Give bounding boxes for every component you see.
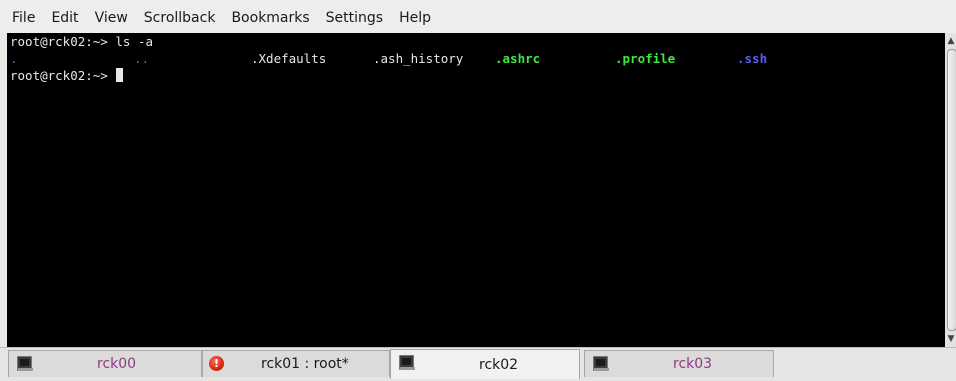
tab-label-rck02: rck02 bbox=[479, 357, 519, 373]
ls-entry-dotdot: .. bbox=[134, 51, 150, 66]
menu-help[interactable]: Help bbox=[391, 0, 439, 33]
ls-entry-ashrc: .ashrc bbox=[495, 51, 541, 66]
scroll-up-arrow-icon[interactable]: ▲ bbox=[946, 35, 956, 47]
tab-rck00[interactable]: rck00 bbox=[8, 350, 202, 377]
terminal-output[interactable]: root@rck02:~> ls -a . .. .Xdefaults .ash… bbox=[7, 33, 945, 347]
ls-entry-ssh: .ssh bbox=[737, 51, 768, 66]
prompt-text: root@rck02:~> bbox=[10, 68, 116, 83]
menu-bookmarks[interactable]: Bookmarks bbox=[223, 0, 317, 33]
menu-bar: File Edit View Scrollback Bookmarks Sett… bbox=[0, 0, 956, 33]
terminal-line-prompt: root@rck02:~> bbox=[7, 67, 945, 84]
terminal-icon bbox=[593, 356, 609, 371]
ls-entry-ash-history: .ash_history bbox=[373, 51, 464, 66]
tab-label-rck00: rck00 bbox=[97, 356, 137, 372]
terminal-line-command: root@rck02:~> ls -a bbox=[10, 34, 153, 49]
menu-file[interactable]: File bbox=[0, 0, 43, 33]
scrollbar-thumb[interactable] bbox=[947, 49, 956, 331]
ls-entry-xdefaults: .Xdefaults bbox=[251, 51, 327, 66]
ls-entry-dot: . bbox=[10, 51, 18, 66]
terminal-icon bbox=[17, 356, 33, 371]
terminal-icon bbox=[399, 355, 415, 370]
tab-label-rck01: rck01 : root* bbox=[261, 356, 349, 372]
tab-rck01[interactable]: ! rck01 : root* bbox=[202, 350, 390, 377]
menu-edit[interactable]: Edit bbox=[43, 0, 86, 33]
menu-settings[interactable]: Settings bbox=[318, 0, 391, 33]
menu-view[interactable]: View bbox=[87, 0, 136, 33]
tab-label-rck03: rck03 bbox=[673, 356, 713, 372]
ls-entry-profile: .profile bbox=[615, 51, 676, 66]
vertical-scrollbar[interactable]: ▲ ▼ bbox=[945, 33, 956, 347]
konsole-window: File Edit View Scrollback Bookmarks Sett… bbox=[0, 0, 956, 381]
scroll-down-arrow-icon[interactable]: ▼ bbox=[946, 333, 956, 345]
session-tab-bar: rck00 ! rck01 : root* rck02 rck03 bbox=[0, 347, 956, 381]
alert-icon: ! bbox=[209, 356, 224, 371]
tab-rck02[interactable]: rck02 bbox=[390, 349, 580, 379]
text-cursor bbox=[116, 68, 124, 82]
terminal-line-ls-output: . .. .Xdefaults .ash_history .ashrc .pro… bbox=[7, 50, 945, 67]
tab-rck03[interactable]: rck03 bbox=[584, 350, 774, 377]
menu-scrollback[interactable]: Scrollback bbox=[136, 0, 224, 33]
